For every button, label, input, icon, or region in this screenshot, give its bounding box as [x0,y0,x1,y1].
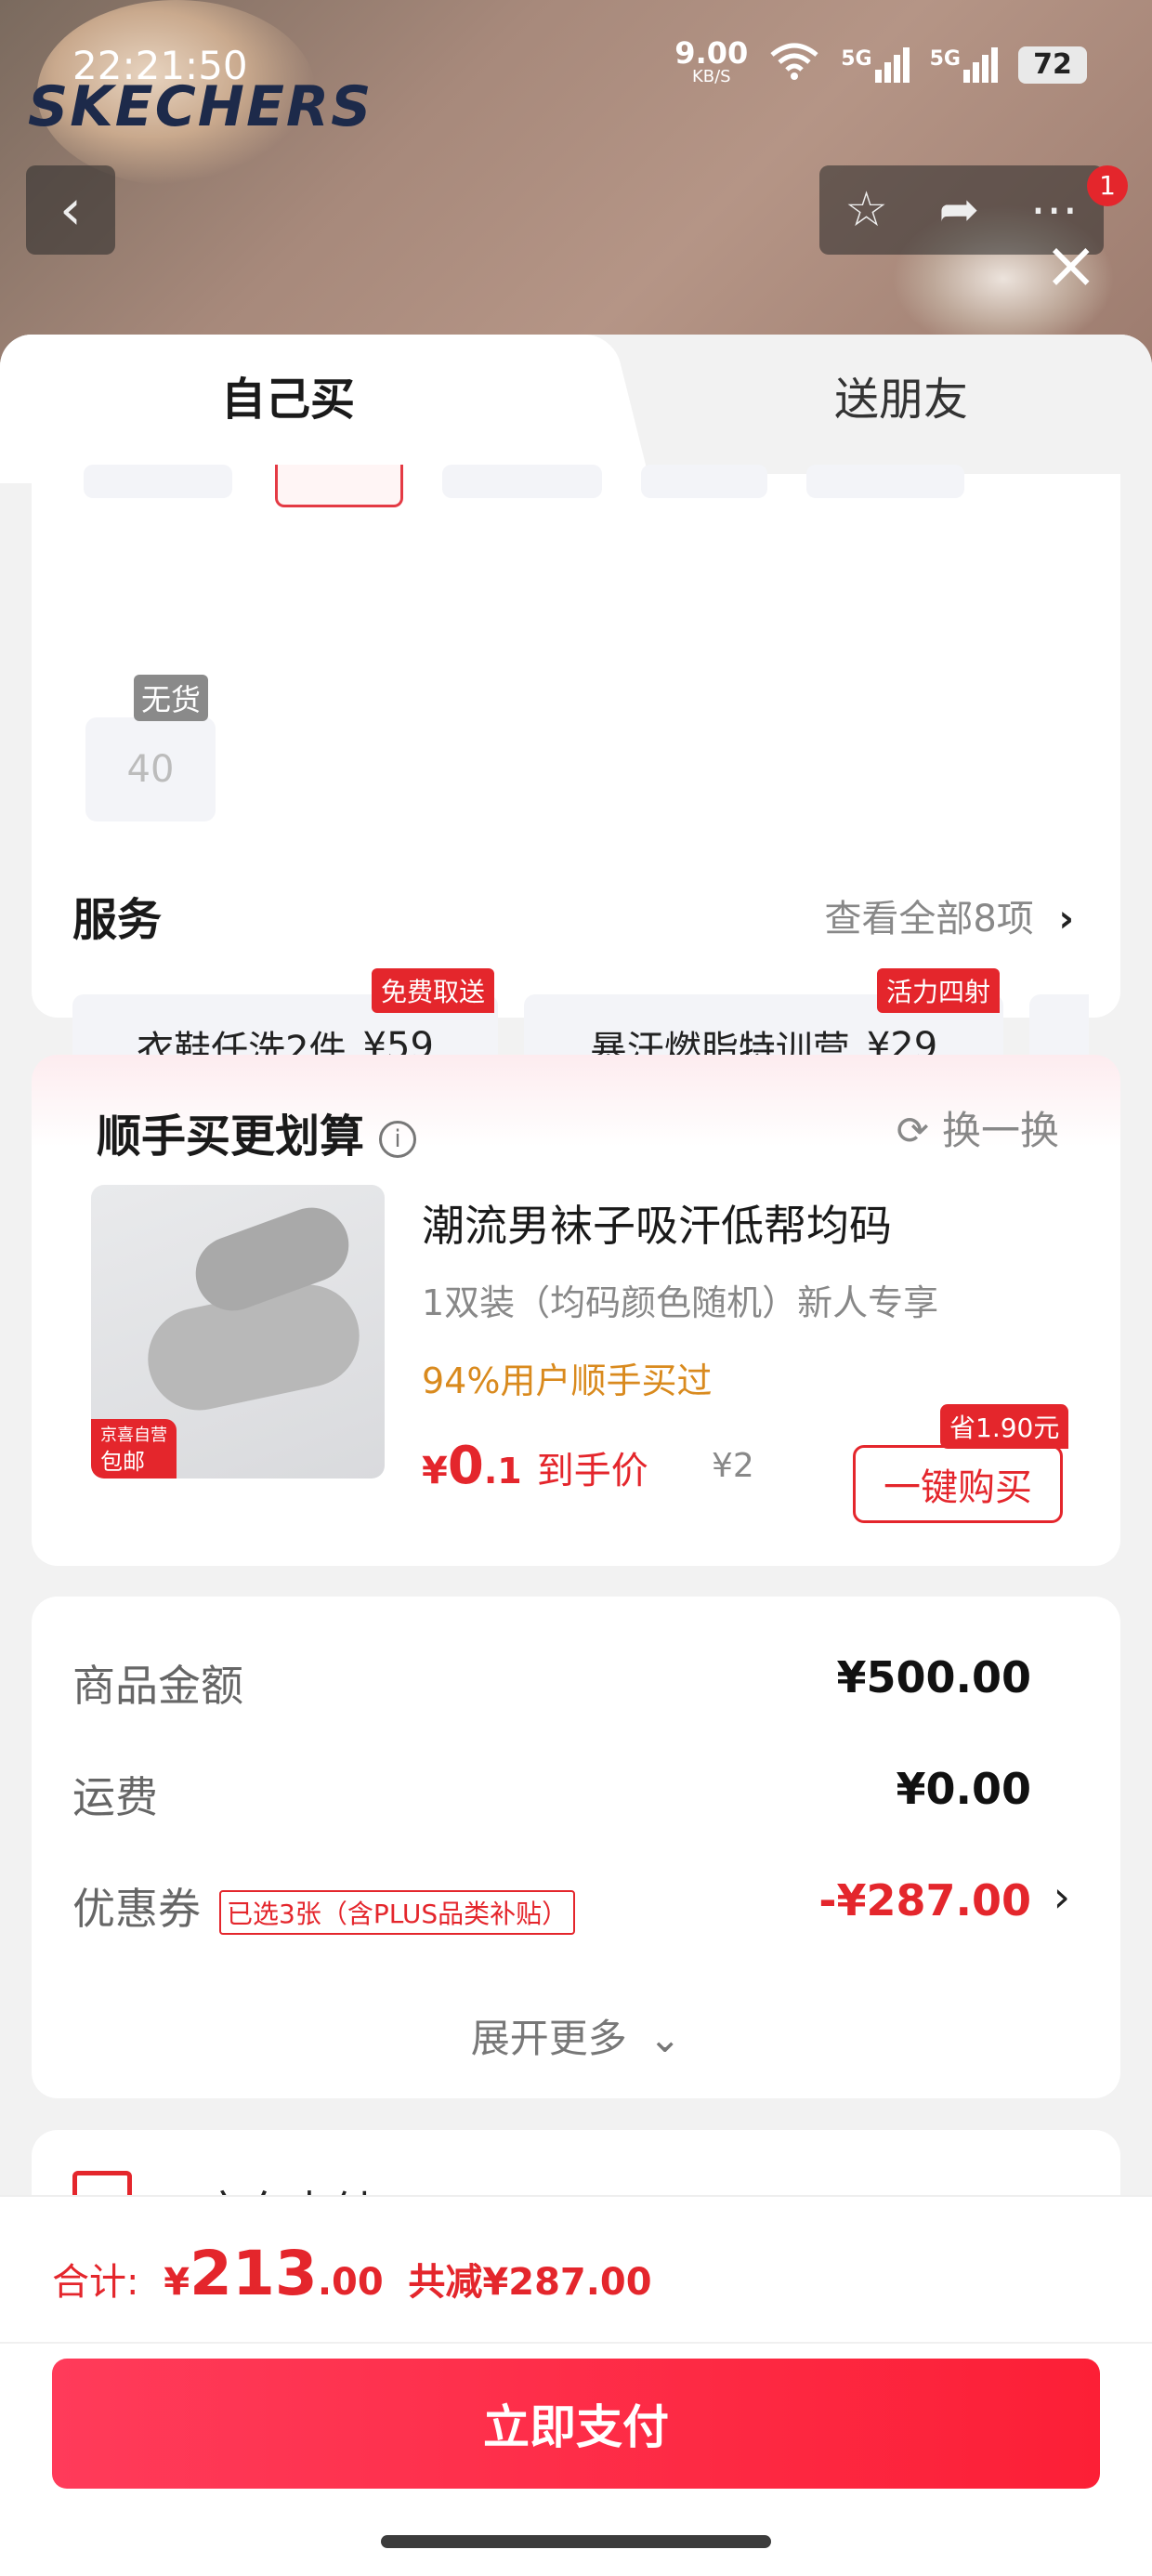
wifi-icon [768,42,820,88]
star-icon[interactable]: ☆ [844,182,888,238]
order-total: 合计: ¥213.00 共减¥287.00 [52,2238,652,2309]
footer-divider [0,2342,1152,2344]
size-chip-selected[interactable] [275,465,403,507]
chevron-left-icon: ‹ [59,177,82,243]
size-service-card: 40 无货 服务 查看全部8项 › 衣鞋任洗2件 ¥59 免费取送 暴汗燃脂特训… [32,465,1120,1098]
bundle-title: 顺手买更划算 i [97,1099,417,1164]
swap-button[interactable]: ⟳ 换一换 [897,1099,1059,1156]
purchase-tabs: 自己买 送朋友 [0,335,1152,483]
size-chip[interactable] [442,465,602,498]
product-original-price: ¥2 [712,1447,754,1485]
shipping-label: 运费 [72,1772,158,1822]
save-amount-tag: 省1.90元 [940,1404,1069,1449]
product-image-badge: 京喜自营 包邮 [91,1419,177,1479]
coupon-row[interactable]: 优惠券 已选3张（含PLUS品类补贴） [72,1875,576,1937]
goods-amount-label: 商品金额 [72,1661,243,1711]
service-view-all[interactable]: 查看全部8项 › [824,888,1074,942]
total-reduction: 共减¥287.00 [408,2261,652,2304]
one-click-buy-button[interactable]: 一键购买 [853,1445,1063,1523]
status-bar: 22:21:50 9.00 KB/S 5G 5G 72 [0,0,1152,130]
share-icon[interactable]: ➦ [939,182,980,238]
battery-icon: 72 [1018,46,1087,84]
service-tag: 免费取送 [371,968,494,1013]
service-tag: 活力四射 [876,968,1000,1013]
back-button[interactable]: ‹ [26,165,115,255]
status-time: 22:21:50 [72,43,248,88]
pay-now-button[interactable]: 立即支付 [52,2359,1100,2489]
coupon-tag: 已选3张（含PLUS品类补贴） [219,1889,576,1935]
refresh-icon: ⟳ [896,1108,929,1153]
size-chip[interactable] [84,465,232,498]
goods-amount-value: ¥500.00 [836,1652,1031,1702]
product-price: ¥0.1 到手价 [422,1436,648,1496]
product-popularity: 94%用户顺手买过 [422,1360,713,1401]
bundle-card: 顺手买更划算 i ⟳ 换一换 京喜自营 包邮 潮流男袜子吸汗低帮均码 1双装（均码颜… [32,1055,1120,1566]
size-chip[interactable] [806,465,964,498]
tab-buy-for-self[interactable]: 自己买 [0,335,576,483]
chevron-down-icon: ⌄ [648,2016,682,2061]
signal-icon-1: 5G [841,47,910,83]
signal-icon-2: 5G [930,47,998,83]
expand-more[interactable]: 展开更多 ⌄ [32,2007,1120,2064]
size-chip[interactable] [641,465,767,498]
service-title: 服务 [72,894,163,946]
chevron-right-icon[interactable]: › [1054,1872,1070,1922]
out-of-stock-badge: 无货 [134,675,209,721]
size-chip-40[interactable]: 40 [85,717,216,821]
close-icon[interactable]: × [1043,232,1098,297]
product-subtitle: 1双装（均码颜色随机）新人专享 [422,1282,939,1323]
chevron-right-icon: › [1058,898,1074,940]
info-icon[interactable]: i [379,1121,417,1158]
shipping-value: ¥0.00 [896,1764,1031,1814]
message-count-badge: 1 [1087,165,1128,206]
product-title[interactable]: 潮流男袜子吸汗低帮均码 [422,1192,892,1254]
home-indicator[interactable] [381,2535,771,2548]
coupon-value: -¥287.00 [818,1875,1031,1925]
checkout-footer: 合计: ¥213.00 共减¥287.00 立即支付 [0,2195,1152,2576]
product-image[interactable]: 京喜自营 包邮 [91,1185,385,1479]
network-speed: 9.00 KB/S [674,35,749,86]
tab-gift-to-friend[interactable]: 送朋友 [650,335,1152,483]
amount-card: 商品金额 ¥500.00 运费 ¥0.00 优惠券 已选3张（含PLUS品类补贴）… [32,1597,1120,2098]
